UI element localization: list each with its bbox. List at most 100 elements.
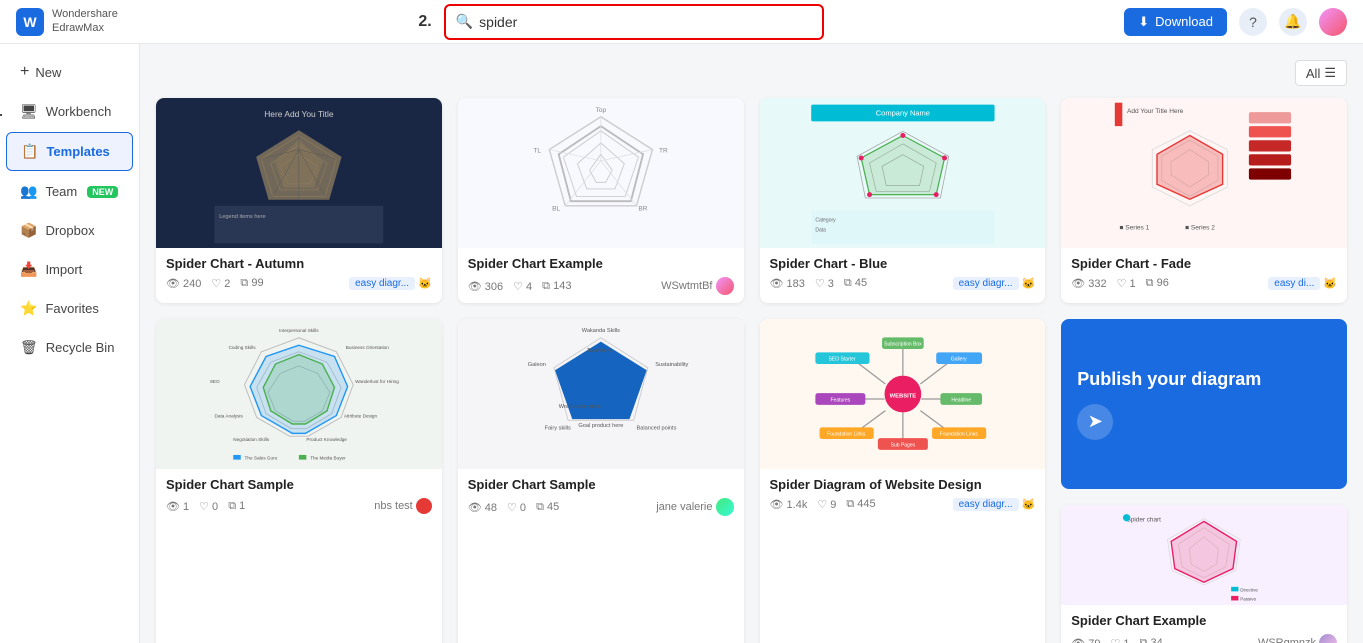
publish-send-button[interactable]: ➤ [1077, 404, 1113, 440]
svg-text:Product Knowledge: Product Knowledge [306, 437, 347, 442]
svg-text:Top: Top [595, 107, 606, 114]
logo-line2: EdrawMax [52, 22, 118, 35]
card-info: Spider Chart - Fade 👁 332 ♡ 1 ⧉ 96 easy … [1061, 248, 1347, 298]
publish-title: Publish your diagram [1077, 368, 1261, 391]
download-button[interactable]: ⬇ Download [1124, 8, 1227, 36]
card-title: Spider Diagram of Website Design [770, 477, 1036, 492]
card-meta: 👁 240 ♡ 2 ⧉ 99 easy diagr... 🐱 [166, 277, 432, 290]
card-author: WSwtmtBf [661, 277, 733, 295]
svg-text:Wakanda Skills: Wakanda Skills [582, 328, 620, 334]
publish-overlay[interactable]: Publish your diagram ➤ [1061, 319, 1347, 489]
templates-label: Templates [46, 144, 109, 159]
like-count: ♡ 1 [1111, 637, 1130, 643]
card-sample-bottom[interactable]: Interpersonal Skills Business Orientatio… [156, 319, 442, 643]
new-button[interactable]: + New [6, 53, 133, 91]
notification-button[interactable]: 🔔 [1279, 8, 1307, 36]
author-avatar [716, 498, 734, 516]
svg-text:Data: Data [815, 227, 826, 233]
card-meta: 👁 48 ♡ 0 ⧉ 45 jane valerie [468, 498, 734, 516]
svg-text:BL: BL [552, 206, 560, 213]
like-count: ♡ 1 [1117, 277, 1136, 290]
card-title: Spider Chart - Blue [770, 256, 1036, 271]
sidebar-item-import[interactable]: 📥 Import [6, 251, 133, 288]
card-title: Spider Chart - Fade [1071, 256, 1337, 271]
svg-text:Gallery: Gallery [950, 357, 966, 363]
card-sample-blue[interactable]: Wakanda Skills Sustainability Balanced p… [458, 319, 744, 643]
card-example-top[interactable]: Top TR BR BL TL Spider Chart Exampl [458, 98, 744, 303]
svg-text:Foundation Links: Foundation Links [939, 432, 978, 438]
team-icon: 👥 [20, 183, 37, 200]
svg-text:Sustainability: Sustainability [655, 362, 688, 368]
search-input[interactable] [479, 14, 812, 30]
card-fade[interactable]: Add Your Title Here [1061, 98, 1347, 303]
filter-icon: ☰ [1324, 65, 1336, 81]
svg-text:The Sales Guru: The Sales Guru [245, 456, 278, 461]
svg-text:The Media Buyer: The Media Buyer [310, 456, 346, 461]
sidebar-item-favorites[interactable]: ⭐ Favorites [6, 290, 133, 327]
search-wrapper: 🔍 [444, 4, 824, 40]
card-meta: 👁 306 ♡ 4 ⧉ 143 WSwtmtBf [468, 277, 734, 295]
like-count: ♡ 0 [199, 500, 218, 513]
svg-text:Add Your Title Here: Add Your Title Here [1127, 108, 1184, 115]
svg-text:Attribute Design: Attribute Design [344, 413, 378, 418]
templates-icon: 📋 [21, 143, 38, 160]
card-meta: 👁 332 ♡ 1 ⧉ 96 easy di... 🐱 [1071, 277, 1337, 290]
search-icon: 🔍 [456, 13, 473, 30]
avatar[interactable] [1319, 8, 1347, 36]
copy-count: ⧉ 1 [228, 500, 245, 513]
sidebar-item-workbench[interactable]: 1. 🖥 Workbench [6, 93, 133, 130]
copy-count: ⧉ 445 [846, 498, 875, 511]
svg-text:Category: Category [815, 217, 836, 223]
sidebar: + New 1. 🖥 Workbench 📋 Templates 👥 Team … [0, 44, 140, 643]
card-title: Spider Chart Example [468, 256, 734, 271]
svg-text:Coding Skills: Coding Skills [229, 345, 257, 350]
card-meta: 👁 183 ♡ 3 ⧉ 45 easy diagr... 🐱 [770, 277, 1036, 290]
sidebar-item-dropbox[interactable]: 📦 Dropbox [6, 212, 133, 249]
header-right: ⬇ Download ? 🔔 [1124, 8, 1347, 36]
card-author: easy diagr... 🐱 [953, 277, 1036, 290]
dropbox-icon: 📦 [20, 222, 37, 239]
recycle-icon: 🗑 [20, 339, 38, 356]
copy-count: ⧉ 99 [240, 277, 263, 290]
card-info: Spider Chart Example 👁 306 ♡ 4 ⧉ 143 WSw… [458, 248, 744, 303]
svg-text:Data Analysis: Data Analysis [215, 413, 244, 418]
copy-count: ⧉ 96 [1146, 277, 1169, 290]
sidebar-item-team[interactable]: 👥 Team NEW [6, 173, 133, 210]
sidebar-item-templates[interactable]: 📋 Templates [6, 132, 133, 171]
svg-text:Goal product here: Goal product here [578, 423, 623, 429]
svg-text:Work exploration: Work exploration [558, 404, 600, 410]
filter-button[interactable]: All ☰ [1295, 60, 1347, 86]
card-blue[interactable]: Company Name [760, 98, 1046, 303]
svg-text:Spider chart: Spider chart [1127, 516, 1162, 523]
card-website[interactable]: WEBSITE Subscription Box Gallery Headlin… [760, 319, 1046, 643]
sidebar-item-recycle[interactable]: 🗑 Recycle Bin [6, 329, 133, 366]
svg-text:Balanced points: Balanced points [636, 426, 676, 432]
view-count: 👁 240 [166, 277, 201, 290]
col4-group: Publish your diagram ➤ Spider chart [1061, 319, 1347, 643]
svg-text:■ Series 2: ■ Series 2 [1185, 224, 1215, 231]
help-button[interactable]: ? [1239, 8, 1267, 36]
card-meta: 👁 79 ♡ 1 ⧉ 34 WSRgmnzk [1071, 634, 1337, 643]
card-author: easy diagr... 🐱 [349, 277, 432, 290]
svg-text:TR: TR [659, 147, 668, 154]
favorites-icon: ⭐ [20, 300, 37, 317]
import-icon: 📥 [20, 261, 37, 278]
view-count: 👁 79 [1071, 637, 1100, 643]
card-title: Spider Chart - Autumn [166, 256, 432, 271]
import-label: Import [45, 262, 82, 277]
svg-text:■ Series 1: ■ Series 1 [1120, 224, 1150, 231]
card-title: Spider Chart Sample [468, 477, 734, 492]
plus-icon: + [20, 63, 29, 81]
author-avatar [716, 277, 734, 295]
download-label: Download [1155, 14, 1213, 29]
header-center: 2. 🔍 [418, 4, 823, 40]
like-count: ♡ 2 [211, 277, 230, 290]
card-autumn[interactable]: Here Add You Title [156, 98, 442, 303]
copy-count: ⧉ 45 [536, 501, 559, 514]
step1-label: 1. [0, 104, 3, 119]
card-thumbnail: Wakanda Skills Sustainability Balanced p… [458, 319, 744, 469]
new-badge: NEW [87, 186, 118, 198]
card-example-bottom[interactable]: Spider chart Directive [1061, 505, 1347, 643]
card-thumbnail: Interpersonal Skills Business Orientatio… [156, 319, 442, 469]
card-info: Spider Diagram of Website Design 👁 1.4k … [760, 469, 1046, 519]
